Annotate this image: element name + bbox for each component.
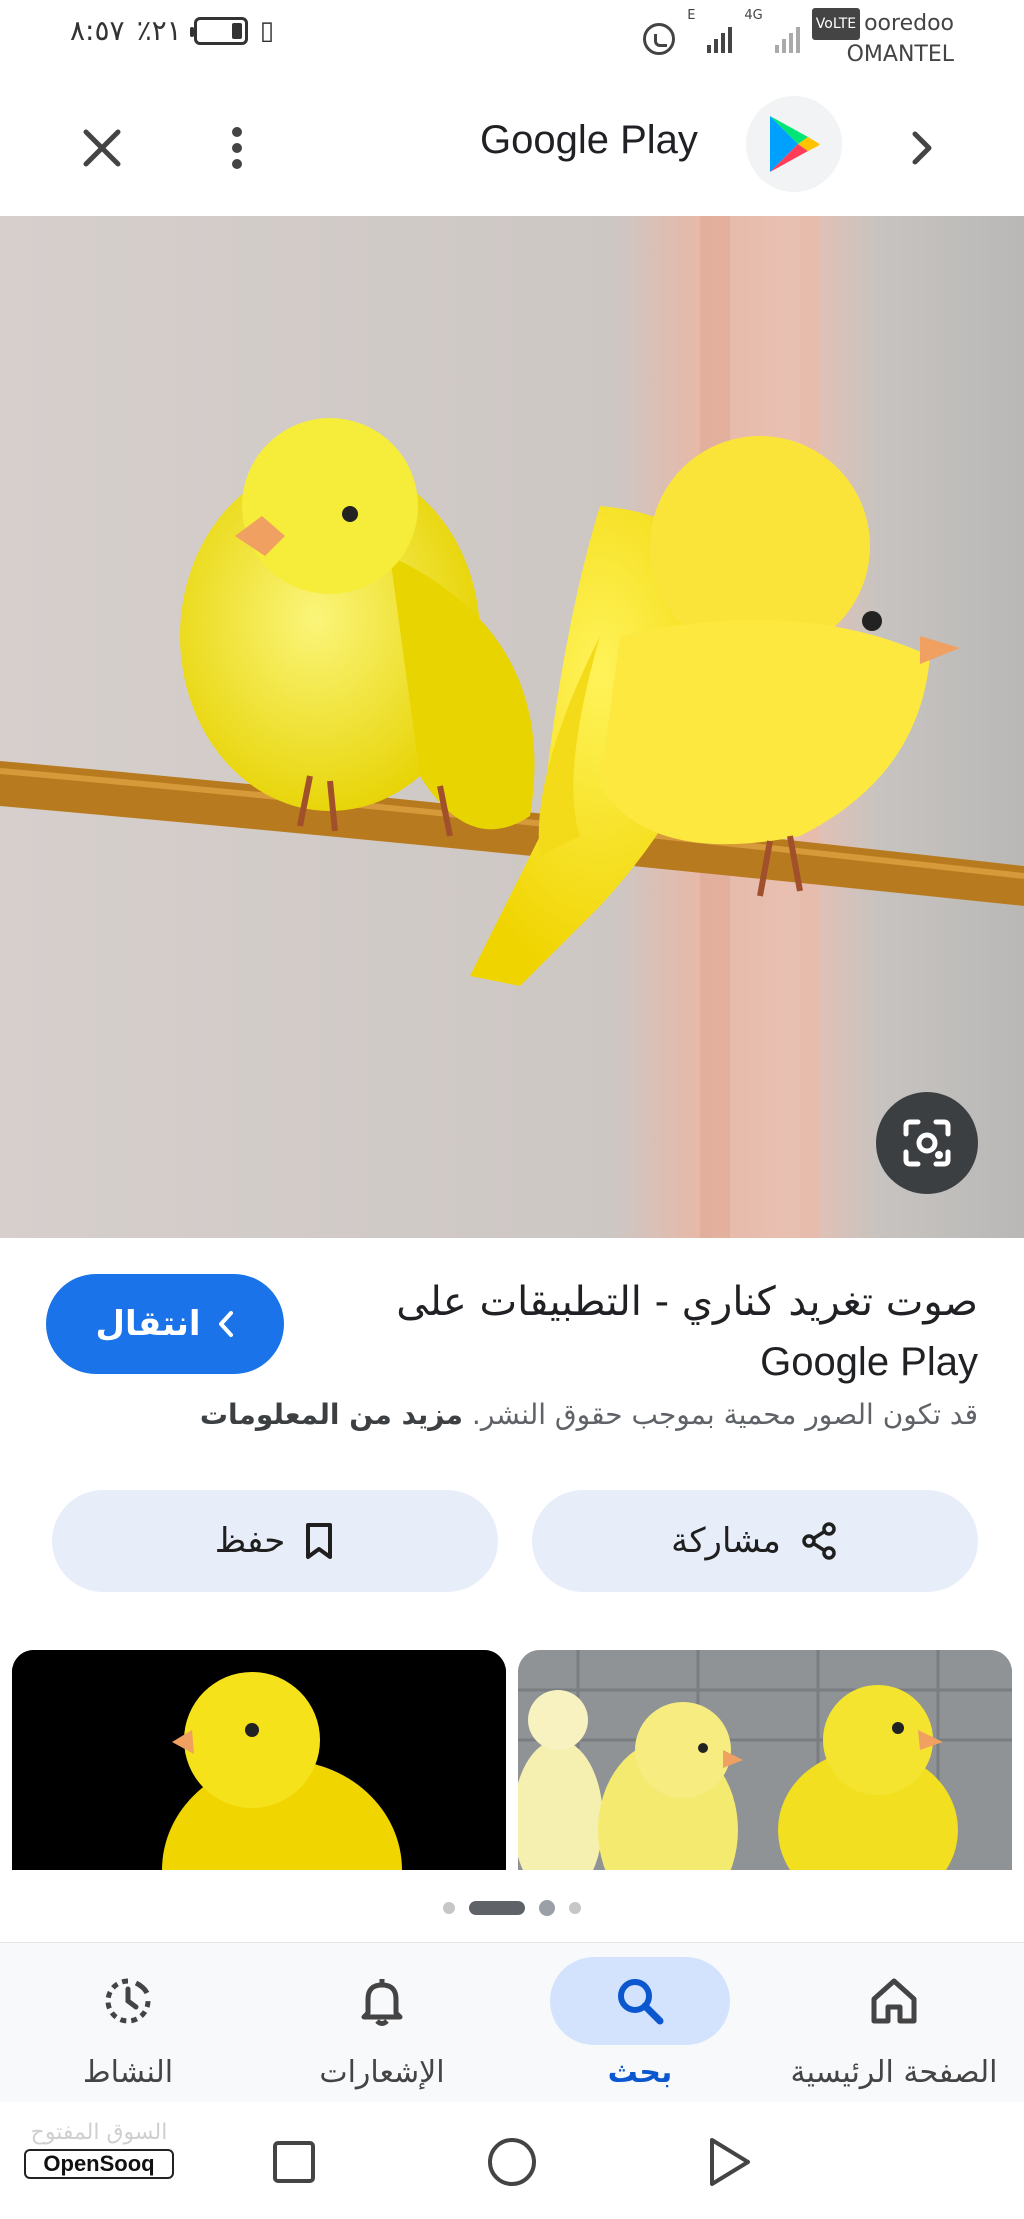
result-source: Google Play	[760, 1340, 978, 1384]
recents-button[interactable]	[266, 2134, 322, 2190]
google-play-icon	[770, 116, 820, 172]
square-icon	[273, 2141, 315, 2183]
page-title: Google Play	[480, 118, 698, 162]
back-button[interactable]	[700, 2134, 756, 2190]
nav-activity[interactable]: النشاط	[18, 1957, 238, 2097]
more-info-link[interactable]: مزيد من المعلومات	[200, 1398, 463, 1431]
home-system-button[interactable]	[484, 2134, 540, 2190]
activity-icon	[105, 1978, 151, 2024]
next-button[interactable]	[890, 116, 954, 180]
nav-home-label: الصفحة الرئيسية	[790, 2055, 998, 2090]
google-play-logo[interactable]	[746, 96, 842, 192]
search-icon	[618, 1979, 664, 2025]
lens-icon	[903, 1119, 951, 1167]
app-bar: Google Play	[0, 72, 1024, 216]
nav-home[interactable]: الصفحة الرئيسية	[784, 1957, 1004, 2097]
watermark-en: OpenSooq	[24, 2149, 174, 2179]
visit-button[interactable]: انتقال	[46, 1274, 284, 1374]
canaries-thumbnail	[518, 1650, 1012, 1870]
carousel-indicator	[0, 1896, 1024, 1920]
main-image[interactable]	[0, 216, 1024, 1238]
triangle-icon	[710, 2138, 750, 2186]
save-button[interactable]: حفظ	[52, 1490, 498, 1592]
volte-badge: VoLTE	[811, 8, 861, 40]
chevron-right-icon	[912, 131, 932, 165]
canary-thumbnail	[12, 1650, 506, 1870]
copyright-text: قد تكون الصور محمية بموجب حقوق النشر.	[471, 1398, 978, 1431]
whatsapp-icon	[643, 23, 676, 55]
more-options-button[interactable]	[205, 116, 269, 180]
save-label: حفظ	[214, 1521, 286, 1561]
share-icon	[802, 1522, 836, 1560]
network-e-label: E	[687, 8, 696, 23]
related-image-1[interactable]	[12, 1650, 506, 1870]
related-image-2[interactable]	[518, 1650, 1012, 1870]
close-button[interactable]	[70, 116, 134, 180]
nav-search[interactable]: بحث	[530, 1957, 750, 2097]
google-lens-button[interactable]	[876, 1092, 978, 1194]
carrier-info: VoLTE ooredoo OMANTEL	[811, 8, 954, 70]
nav-search-label: بحث	[607, 2055, 673, 2090]
canary-photo	[0, 216, 1024, 1238]
carousel-dot[interactable]	[443, 1902, 455, 1914]
opensooq-watermark: السوق المفتوح OpenSooq	[24, 2120, 174, 2179]
status-left: ٨:٥٧ ٪٢١ ▯	[70, 14, 274, 47]
clock: ٨:٥٧	[70, 14, 125, 47]
result-title-text: صوت تغريد كناري - التطبيقات على	[396, 1279, 978, 1325]
status-bar: ٨:٥٧ ٪٢١ ▯ E 4G VoLTE ooredoo OMANTEL	[0, 0, 1024, 72]
vibrate-icon: ▯	[259, 15, 274, 46]
signal-icon	[707, 25, 733, 53]
battery-icon	[189, 16, 248, 45]
copyright-notice: قد تكون الصور محمية بموجب حقوق النشر. مز…	[78, 1398, 978, 1431]
bottom-navigation: الصفحة الرئيسية بحث الإشعارات النشاط	[0, 1942, 1024, 2102]
status-right: E 4G VoLTE ooredoo OMANTEL	[643, 8, 954, 70]
carousel-dot-active[interactable]	[469, 1901, 525, 1915]
nav-activity-label: النشاط	[82, 2055, 174, 2090]
bell-icon	[361, 1979, 403, 2026]
close-icon	[83, 129, 121, 167]
bookmark-icon	[306, 1523, 333, 1559]
carrier-bottom: OMANTEL	[846, 42, 954, 67]
share-button[interactable]: مشاركة	[532, 1490, 978, 1592]
carousel-dot[interactable]	[539, 1900, 555, 1916]
nav-notifications-label: الإشعارات	[319, 2055, 445, 2090]
home-icon	[871, 1978, 917, 2024]
network-4g-label: 4G	[744, 8, 763, 23]
battery-percent: ٪٢١	[136, 14, 182, 47]
nav-notifications[interactable]: الإشعارات	[272, 1957, 492, 2097]
circle-icon	[488, 2138, 536, 2186]
result-title[interactable]: صوت تغريد كناري - التطبيقات على Google P…	[318, 1272, 978, 1392]
share-label: مشاركة	[671, 1521, 781, 1561]
carrier-top: ooredoo	[864, 11, 954, 36]
chevron-left-icon	[218, 1311, 233, 1337]
visit-label: انتقال	[95, 1304, 201, 1344]
carousel-dot[interactable]	[569, 1902, 581, 1914]
system-navigation: السوق المفتوح OpenSooq	[0, 2102, 1024, 2219]
signal-icon-2	[774, 25, 800, 53]
watermark-ar: السوق المفتوح	[30, 2120, 168, 2145]
